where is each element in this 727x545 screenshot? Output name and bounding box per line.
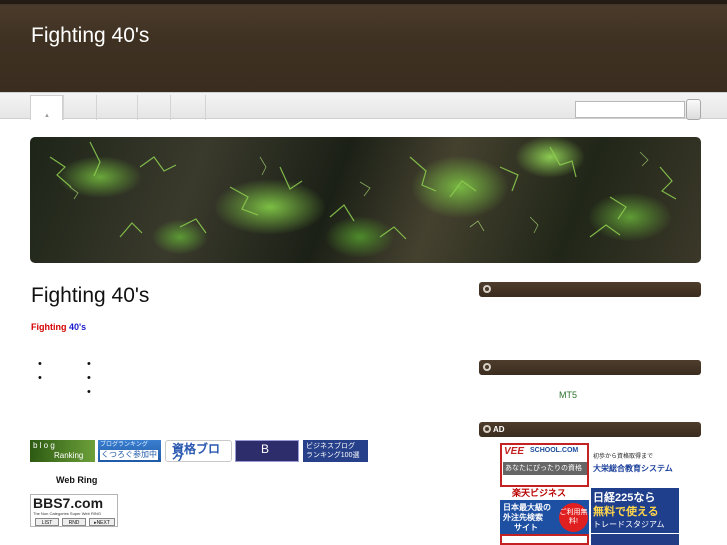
search-input[interactable] [575,101,685,118]
ad-partial-bottom-left[interactable] [500,534,589,545]
daiei-ad[interactable]: 初歩から資格取得まで 大栄総合教育システム [591,443,679,487]
bbs7-webring-banner[interactable]: BBS7.com The Non Categories Super Web RI… [30,494,118,527]
link-list-left [38,357,42,385]
nav-bar: ▲ [0,92,727,120]
blogranking-line1: b l o g [33,441,55,450]
kutsurogu-bottom: くつろぐ参加中 [100,450,158,460]
ad-partial-bottom-right[interactable] [591,534,679,545]
search-button[interactable] [686,99,701,120]
moss-illustration [49,141,677,240]
page: Fighting 40's ▲ Fighting 40's Fighting 4… [0,0,727,545]
blog-name-part1: Fighting [31,322,67,332]
bbs7-subtitle: The Non Categories Super Web RING [33,511,101,516]
nav-tab-3[interactable] [96,95,137,120]
list-item[interactable] [38,357,42,371]
nav-tab-home[interactable]: ▲ [30,95,63,120]
blog-name-link[interactable]: Fighting 40's [31,322,86,332]
link-list-right [87,357,91,399]
list-item[interactable] [87,385,91,399]
kutsurogu-top: ブログランキング [100,442,148,448]
mt5-link[interactable]: MT5 [559,390,577,400]
blogranking-line2: Ranking [54,451,84,460]
biz-line2: ランキング100選 [306,452,360,459]
nav-tab-2[interactable] [63,95,96,120]
business-blog-banner[interactable]: ビジネスブログ ランキング100選 [303,440,368,462]
crown-icon: B [261,442,270,456]
site-header: Fighting 40's [0,0,727,92]
sidebar-widget-header-2 [479,360,701,375]
nikkei-line3: トレードスタジアム [593,520,665,529]
header-top-line [0,0,727,4]
ad-title: AD [493,425,505,434]
daiei-line1: 初歩から資格取得まで [593,454,654,460]
bbs7-logo: BBS7.com [33,495,104,511]
vee-text: あなたにぴったりの資格 [503,462,587,475]
sidebar-ad-header: AD [479,422,701,437]
blog-name-part2: 40's [69,322,87,332]
nikkei225-ad[interactable]: 日経225なら 無料で使える トレードスタジアム [591,488,679,533]
rakuten-business-ad[interactable]: 楽天ビジネス 日本最大級の 外注先検索 サイト ご利用無料! [500,487,589,534]
webring-label: Web Ring [56,475,98,485]
widget-bullet-icon [483,363,491,371]
daiei-line2: 大栄総合教育システム [593,464,673,473]
nikkei-line2: 無料で使える [593,506,659,518]
bbs7-list-button[interactable]: LIST [35,518,59,526]
nav-tab-5[interactable] [170,95,206,120]
widget-bullet-icon [483,285,491,293]
list-item[interactable] [38,371,42,385]
rakuten-line3: サイト [514,523,538,532]
nav-tab-home-indicator: ▲ [44,113,50,119]
shikaku-blog-banner[interactable]: 資格ブログ [165,440,232,462]
bbs7-next-button[interactable]: ▸NEXT [89,518,115,526]
kutsurogu-banner[interactable]: ブログランキング くつろぐ参加中 [98,440,161,462]
vee-logo-domain: SCHOOL.COM [530,447,579,454]
list-item[interactable] [87,357,91,371]
vee-logo: VEE [504,446,525,457]
crown-banner[interactable]: B [235,440,299,462]
sidebar-widget-header-1 [479,282,701,297]
shikaku-label: 資格ブログ [172,442,221,462]
nav-tab-4[interactable] [137,95,170,120]
widget-bullet-icon [483,425,491,433]
post-title[interactable]: Fighting 40's [31,284,149,308]
rakuten-head: 楽天ビジネス [500,487,589,500]
blogranking-banner[interactable]: b l o g Ranking [30,440,95,462]
list-item[interactable] [87,371,91,385]
rakuten-free-badge: ご利用無料! [559,503,588,532]
header-banner-image [30,137,701,263]
vee-school-ad[interactable]: VEE SCHOOL.COM あなたにぴったりの資格 [500,443,589,487]
bbs7-random-button[interactable]: RND [62,518,86,526]
site-title[interactable]: Fighting 40's [31,24,149,48]
